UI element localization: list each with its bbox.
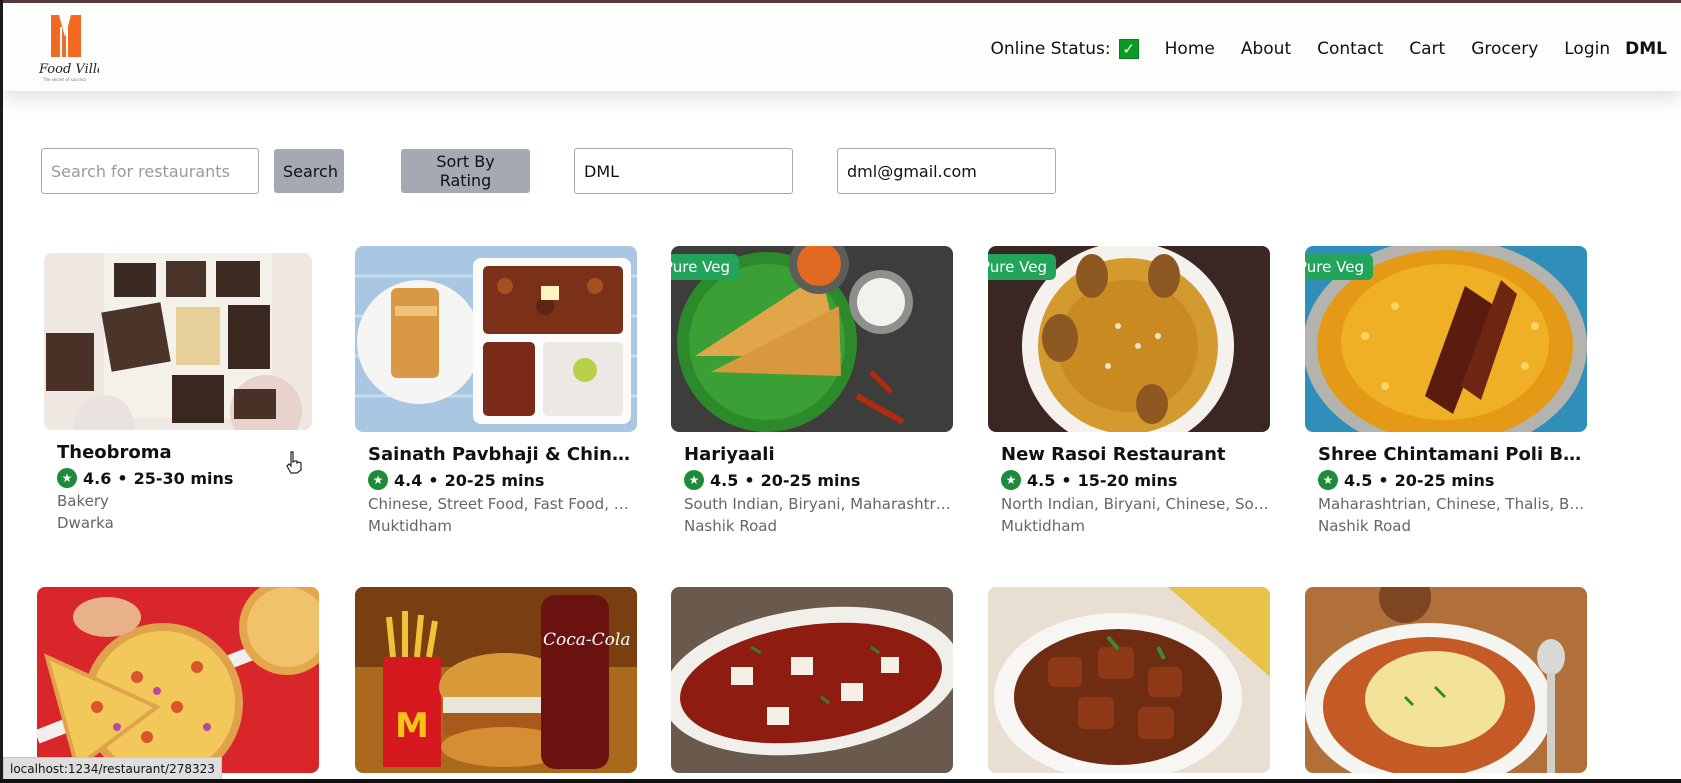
restaurant-image: Pure Veg: [1305, 246, 1587, 432]
restaurant-card[interactable]: M Coca-Cola: [355, 587, 637, 773]
nav-cart[interactable]: Cart: [1409, 39, 1445, 59]
restaurant-card[interactable]: [1305, 587, 1587, 773]
svg-text:M: M: [395, 706, 429, 746]
restaurant-name: Sainath Pavbhaji & Chines...: [368, 444, 637, 465]
restaurant-card[interactable]: [988, 587, 1270, 773]
search-input[interactable]: [41, 148, 259, 194]
rating-separator: •: [1061, 470, 1072, 490]
restaurant-card[interactable]: Pure Veg New Rasoi Restaurant ★ 4.5 • 15…: [988, 246, 1270, 535]
user-name: DML: [1625, 39, 1667, 59]
nav-grocery[interactable]: Grocery: [1471, 39, 1538, 59]
delivery-time: 25-30 mins: [133, 468, 234, 488]
window-left-border: [0, 0, 3, 783]
logo-text: Food Villa: [38, 62, 99, 77]
user-name-input[interactable]: [574, 148, 793, 194]
restaurant-card[interactable]: Pure Veg Hariyaali ★ 4.5 • 20-25 mins So…: [671, 246, 953, 535]
restaurant-area: Dwarka: [57, 514, 114, 532]
restaurant-rating: ★ 4.6 • 25-30 mins: [44, 468, 312, 488]
star-icon: ★: [684, 470, 704, 490]
nav-login[interactable]: Login: [1564, 39, 1610, 59]
restaurant-card[interactable]: [37, 587, 319, 773]
star-icon: ★: [1318, 470, 1338, 490]
delivery-time: 20-25 mins: [444, 470, 545, 490]
logo-tagline: The secret of success: [42, 77, 86, 82]
window-bottom-border: [0, 779, 1681, 783]
restaurant-cuisines: Maharashtrian, Chinese, Thalis, Bir...: [1318, 495, 1587, 513]
restaurant-name: Hariyaali: [684, 444, 775, 465]
rating-separator: •: [117, 468, 128, 488]
restaurant-cuisines: South Indian, Biryani, Maharashtria...: [684, 495, 953, 513]
restaurant-image: [355, 246, 637, 432]
restaurant-name: Shree Chintamani Poli Bha...: [1318, 444, 1587, 465]
restaurant-area: Muktidham: [368, 517, 453, 535]
star-icon: ★: [57, 468, 77, 488]
search-button[interactable]: Search: [274, 149, 344, 193]
restaurant-rating: ★ 4.5 • 20-25 mins: [1305, 470, 1587, 490]
rating-separator: •: [428, 470, 439, 490]
sort-by-rating-button[interactable]: Sort By Rating: [401, 149, 530, 193]
restaurant-image: M Coca-Cola: [355, 587, 637, 773]
rating-separator: •: [1378, 470, 1389, 490]
food-villa-logo[interactable]: Food Villa The secret of success: [37, 15, 105, 83]
restaurant-name: Theobroma: [57, 442, 172, 463]
restaurant-name: New Rasoi Restaurant: [1001, 444, 1226, 465]
restaurant-card[interactable]: Pure Veg Shree Chintamani Poli Bha... ★ …: [1305, 246, 1587, 535]
restaurant-rating: ★ 4.5 • 20-25 mins: [671, 470, 953, 490]
restaurant-cuisines: Bakery: [57, 492, 109, 510]
restaurant-area: Muktidham: [1001, 517, 1086, 535]
star-icon: ★: [368, 470, 388, 490]
restaurant-rating: ★ 4.4 • 20-25 mins: [355, 470, 637, 490]
restaurant-area: Nashik Road: [1318, 517, 1411, 535]
restaurant-image: Pure Veg: [671, 246, 953, 432]
restaurant-rating: ★ 4.5 • 15-20 mins: [988, 470, 1270, 490]
restaurant-card[interactable]: Sainath Pavbhaji & Chines... ★ 4.4 • 20-…: [355, 246, 637, 535]
restaurant-image: [671, 587, 953, 773]
nav-about[interactable]: About: [1241, 39, 1291, 59]
header: Food Villa The secret of success Online …: [3, 3, 1681, 91]
restaurant-image: [1305, 587, 1587, 773]
online-check-icon: ✓: [1118, 39, 1139, 59]
star-icon: ★: [1001, 470, 1021, 490]
pure-veg-badge: Pure Veg: [671, 254, 739, 280]
restaurant-card[interactable]: Theobroma ★ 4.6 • 25-30 mins Bakery Dwar…: [44, 253, 312, 532]
delivery-time: 15-20 mins: [1077, 470, 1178, 490]
restaurant-image: [37, 587, 319, 773]
pure-veg-badge: Pure Veg: [988, 254, 1056, 280]
restaurant-card[interactable]: [671, 587, 953, 773]
restaurant-cuisines: Chinese, Street Food, Fast Food, S...: [368, 495, 637, 513]
online-status: Online Status: ✓: [991, 39, 1139, 59]
nav-contact[interactable]: Contact: [1317, 39, 1383, 59]
restaurant-area: Nashik Road: [684, 517, 777, 535]
nav-home[interactable]: Home: [1165, 39, 1215, 59]
restaurant-image: [988, 587, 1270, 773]
online-status-label: Online Status:: [990, 39, 1111, 59]
filter-controls: Search Sort By Rating: [41, 147, 1141, 195]
pure-veg-badge: Pure Veg: [1305, 254, 1373, 280]
main-nav: Online Status: ✓ Home About Contact Cart…: [991, 39, 1667, 59]
hand-cursor-icon: [285, 450, 305, 474]
restaurant-image: [44, 253, 312, 430]
delivery-time: 20-25 mins: [1394, 470, 1495, 490]
restaurant-cuisines: North Indian, Biryani, Chinese, Sou...: [1001, 495, 1270, 513]
delivery-time: 20-25 mins: [760, 470, 861, 490]
user-email-input[interactable]: [837, 148, 1056, 194]
rating-separator: •: [744, 470, 755, 490]
restaurant-image: Pure Veg: [988, 246, 1270, 432]
svg-text:Coca-Cola: Coca-Cola: [543, 630, 630, 650]
